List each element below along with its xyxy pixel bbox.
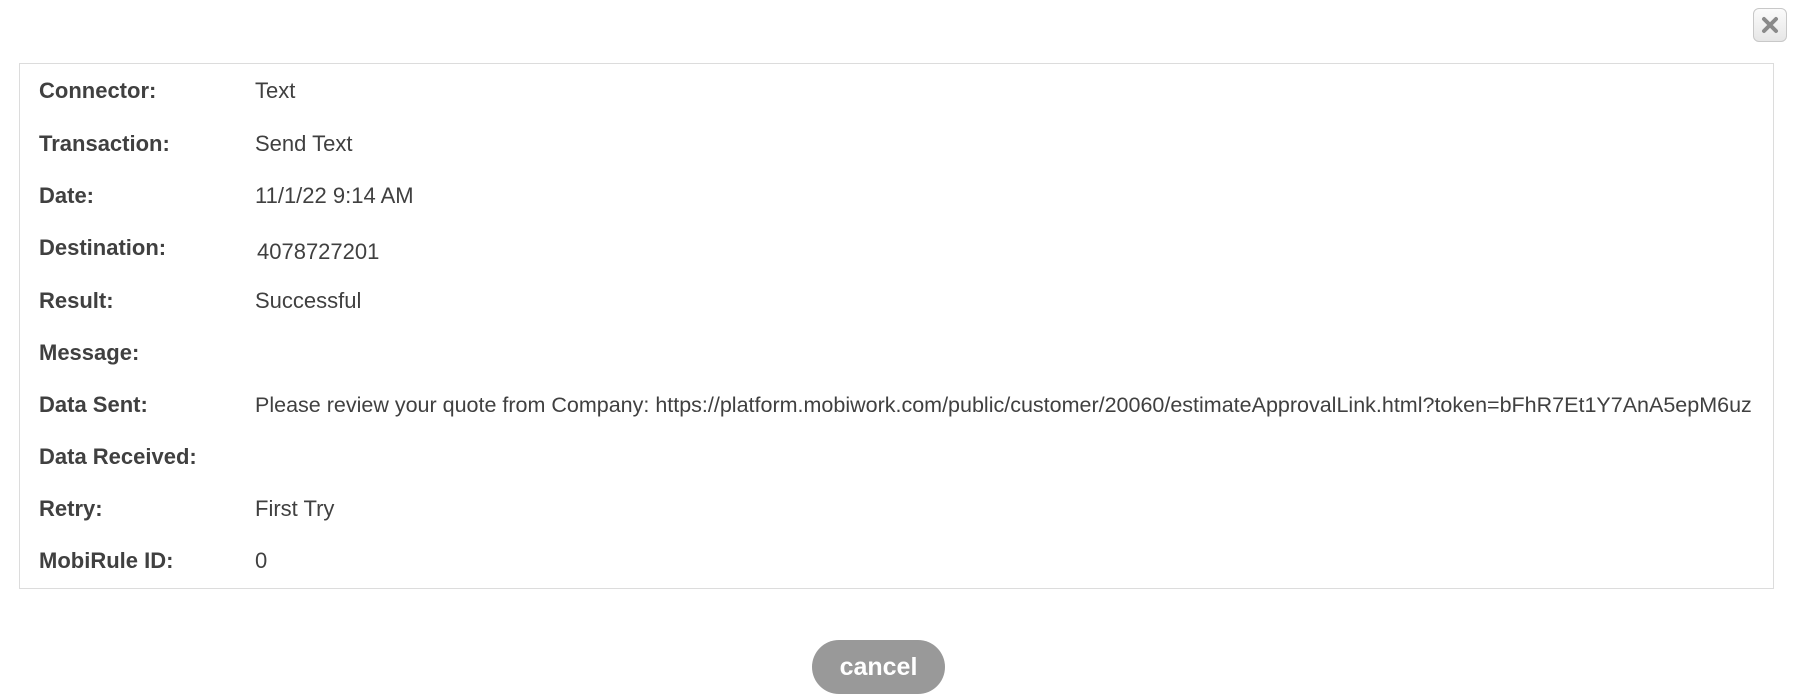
transaction-label: Transaction: <box>39 131 170 156</box>
connector-label: Connector: <box>39 78 157 103</box>
detail-row-message: Message: <box>20 338 1773 368</box>
transaction-details-panel: Connector: Text Transaction: Send Text D… <box>19 63 1774 589</box>
mobirule-id-value: 0 <box>255 548 268 573</box>
detail-row-date: Date: 11/1/22 9:14 AM <box>20 181 1773 211</box>
result-label: Result: <box>39 288 114 313</box>
close-button[interactable] <box>1753 8 1787 42</box>
cancel-button[interactable]: cancel <box>812 640 945 694</box>
detail-row-destination: Destination: 4078727201 <box>20 233 1773 264</box>
data-sent-value: Please review your quote from Company: h… <box>255 393 1752 417</box>
message-label: Message: <box>39 340 140 365</box>
data-sent-label: Data Sent: <box>39 392 148 417</box>
detail-row-mobirule-id: MobiRule ID: 0 <box>20 546 1773 576</box>
detail-row-result: Result: Successful <box>20 286 1773 316</box>
detail-row-retry: Retry: First Try <box>20 494 1773 524</box>
detail-row-connector: Connector: Text <box>20 76 1773 106</box>
mobirule-id-label: MobiRule ID: <box>39 548 174 573</box>
destination-value: 4078727201 <box>257 239 380 264</box>
destination-label: Destination: <box>39 235 167 260</box>
result-value: Successful <box>255 288 362 313</box>
retry-label: Retry: <box>39 496 103 521</box>
detail-row-transaction: Transaction: Send Text <box>20 129 1773 159</box>
date-value: 11/1/22 9:14 AM <box>255 183 414 208</box>
retry-value: First Try <box>255 496 335 521</box>
transaction-value: Send Text <box>255 131 353 156</box>
close-x-icon <box>1761 16 1779 34</box>
data-received-label: Data Received: <box>39 444 197 469</box>
connector-value: Text <box>255 78 296 103</box>
date-label: Date: <box>39 183 95 208</box>
detail-row-data-received: Data Received: <box>20 442 1773 472</box>
detail-row-data-sent: Data Sent: Please review your quote from… <box>20 390 1773 420</box>
